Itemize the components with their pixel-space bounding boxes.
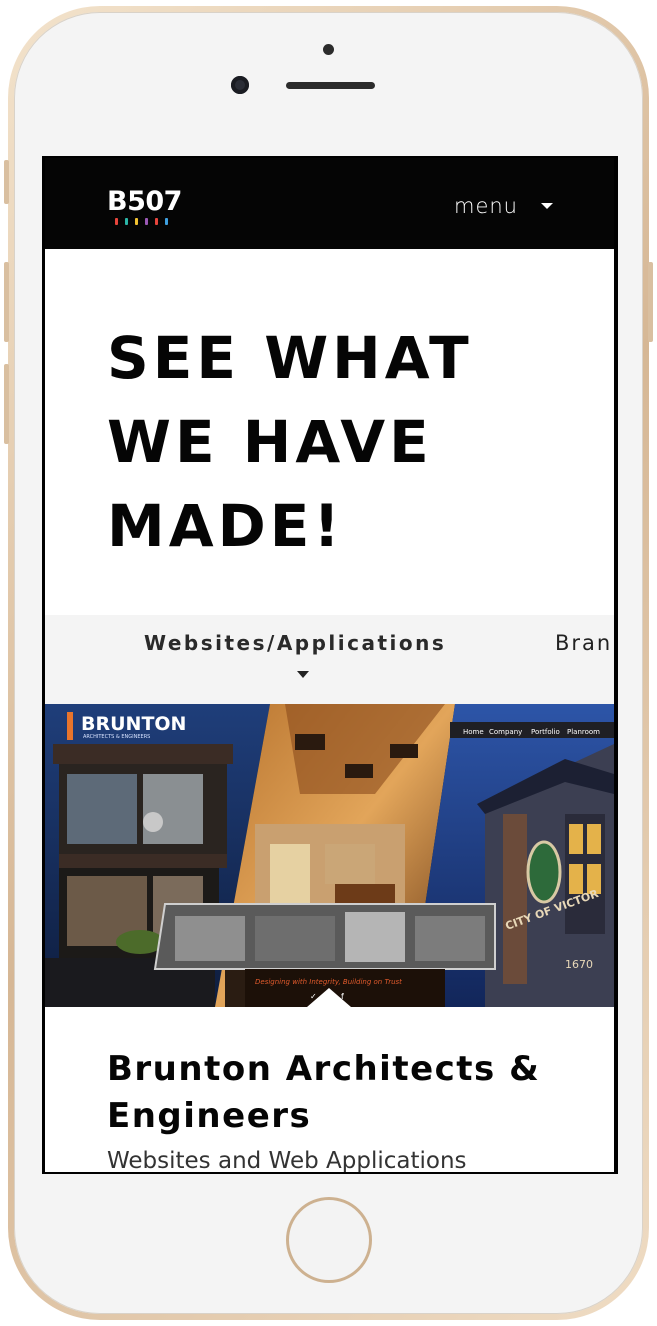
brunton-brand-tagline: ARCHITECTS & ENGINEERS [83,734,150,740]
mute-switch [4,160,9,204]
image-nav-company: Company [489,728,522,736]
brunton-brand-name: BRUNTON [81,713,186,735]
b507-logo[interactable]: B507 [107,186,182,217]
caret-down-icon [297,671,309,678]
home-button[interactable] [286,1197,372,1283]
image-sign-number: 1670 [565,958,593,971]
image-nav-planroom: Planroom [567,728,600,736]
hero-line-3: MADE! [107,492,344,560]
web-page: B507 menu SEE WHAT WE HAVE MADE! l Websi… [45,158,614,1172]
phone-screen: B507 menu SEE WHAT WE HAVE MADE! l Websi… [42,156,618,1174]
hero-line-1: SEE WHAT [107,324,473,392]
chevron-down-icon[interactable] [541,203,553,209]
tab-websites-applications[interactable]: Websites/Applications [144,631,446,655]
image-tagline: Designing with Integrity, Building on Tr… [255,978,402,986]
image-nav-portfolio: Portfolio [531,728,560,736]
top-navigation-bar: B507 menu [45,158,614,249]
hero-heading: SEE WHAT WE HAVE MADE! [107,316,577,568]
tab-next[interactable]: Bran [555,631,612,655]
proximity-sensor [323,44,334,55]
volume-up-button [4,262,9,342]
project-preview-image[interactable]: BRUNTON ARCHITECTS & ENGINEERS Home Comp… [45,704,614,1007]
image-nav-home: Home [463,728,484,736]
earpiece-speaker [286,82,375,89]
hero-line-2: WE HAVE [107,408,433,476]
project-title-line-1: Brunton Architects & [107,1049,541,1089]
volume-down-button [4,364,9,444]
menu-button[interactable]: menu [454,194,518,218]
power-button [648,262,653,342]
project-title[interactable]: Brunton Architects & Engineers [107,1046,587,1140]
category-carousel: l Websites/Applications Bran [45,615,614,704]
front-camera-icon [231,76,249,94]
project-subtitle: Websites and Web Applications [107,1148,467,1172]
project-title-line-2: Engineers [107,1096,312,1136]
